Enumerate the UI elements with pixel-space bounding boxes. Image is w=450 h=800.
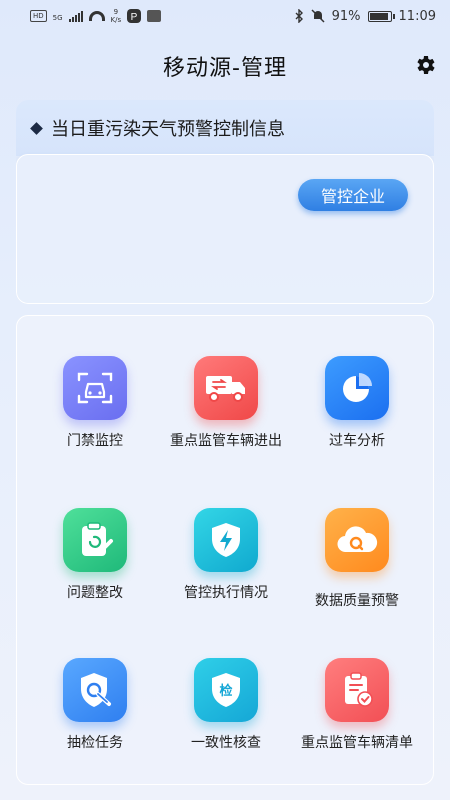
clipboard-edit-icon xyxy=(82,522,113,556)
warning-title: 当日重污染天气预警控制信息 xyxy=(51,119,285,140)
func-label: 一致性核查 xyxy=(191,735,261,751)
func-pass-analysis[interactable]: 过车分析 xyxy=(287,356,427,476)
net-speed: 9 K/s xyxy=(111,8,122,24)
battery-icon xyxy=(367,10,395,22)
wifi-icon xyxy=(88,11,105,21)
control-enterprise-button[interactable]: 管控企业 xyxy=(298,179,408,211)
pie-chart-icon xyxy=(343,373,372,402)
shield-search-icon xyxy=(81,673,111,707)
func-tile xyxy=(194,508,258,572)
func-control-execution[interactable]: 管控执行情况 xyxy=(156,508,296,628)
status-left: HD 5G 9 K/s P xyxy=(30,8,162,24)
func-issue-rectify[interactable]: 问题整改 xyxy=(25,508,165,628)
func-key-vehicle-inout[interactable]: 重点监管车辆进出 xyxy=(156,356,296,476)
func-tile xyxy=(194,356,258,420)
inspect-badge-icon: 检 xyxy=(212,673,240,707)
func-key-vehicle-list[interactable]: 重点监管车辆清单 xyxy=(287,658,427,778)
gear-icon xyxy=(417,56,435,74)
signal-icon xyxy=(68,10,83,22)
func-tile xyxy=(325,658,389,722)
diamond-bullet-icon xyxy=(30,121,43,135)
page-title: 移动源-管理 xyxy=(163,56,287,81)
cloud-q-icon xyxy=(337,526,378,553)
func-tile xyxy=(63,508,127,572)
app-notification-icon-2 xyxy=(147,10,162,22)
clock: 11:09 xyxy=(398,8,436,24)
func-tile xyxy=(325,508,389,572)
svg-text:P: P xyxy=(131,12,138,23)
battery-percent: 91% xyxy=(331,8,361,24)
status-right: 91% 11:09 xyxy=(294,9,436,24)
warning-body: 管控企业 xyxy=(16,154,434,304)
func-spot-check[interactable]: 抽检任务 xyxy=(25,658,165,778)
warning-section: 当日重污染天气预警控制信息 管控企业 xyxy=(16,100,434,304)
func-label: 门禁监控 xyxy=(67,433,123,449)
func-tile xyxy=(325,356,389,420)
network-type: 5G xyxy=(52,14,63,22)
func-label: 数据质量预警 xyxy=(315,593,399,609)
func-gate-monitor[interactable]: 门禁监控 xyxy=(25,356,165,476)
checklist-icon xyxy=(345,672,373,707)
shield-bolt-icon xyxy=(212,523,240,557)
app-header: 移动源-管理 xyxy=(0,44,450,88)
func-label: 抽检任务 xyxy=(67,735,123,751)
func-tile: 检 xyxy=(194,658,258,722)
svg-text:检: 检 xyxy=(219,683,232,699)
func-data-quality-alert[interactable]: 数据质量预警 xyxy=(287,508,427,628)
func-label: 管控执行情况 xyxy=(184,585,268,601)
func-tile xyxy=(63,356,127,420)
func-label: 过车分析 xyxy=(329,433,385,449)
mute-bell-icon xyxy=(311,9,325,23)
hd-badge: HD xyxy=(30,10,47,22)
func-label: 问题整改 xyxy=(67,585,123,601)
function-panel: 门禁监控 重点监管车辆进出 过车分析 问题整改 管控执行情况 数据质量预警 抽检… xyxy=(16,315,434,785)
func-label: 重点监管车辆进出 xyxy=(170,433,282,449)
truck-icon xyxy=(206,376,245,402)
net-speed-value: 9 xyxy=(113,8,119,16)
warning-header: 当日重污染天气预警控制信息 xyxy=(16,100,434,156)
func-label: 重点监管车辆清单 xyxy=(301,735,413,751)
status-bar: HD 5G 9 K/s P 91% 11:09 xyxy=(0,0,450,32)
func-tile xyxy=(63,658,127,722)
bluetooth-icon xyxy=(295,9,303,23)
settings-button[interactable] xyxy=(412,52,438,78)
app-notification-icon: P xyxy=(127,9,142,23)
func-consistency-check[interactable]: 检 一致性核查 xyxy=(156,658,296,778)
net-speed-unit: K/s xyxy=(110,16,122,24)
car-scan-icon xyxy=(77,372,113,404)
